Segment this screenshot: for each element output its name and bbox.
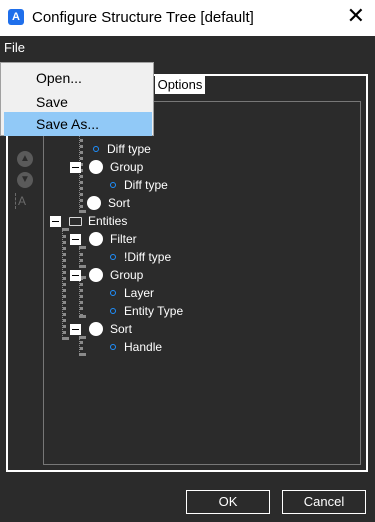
- file-menu-dropdown: Open... Save Save As...: [0, 62, 154, 136]
- tree-node[interactable]: Group: [70, 158, 143, 176]
- tree-node[interactable]: Group: [70, 266, 143, 284]
- tree-node[interactable]: Filter: [70, 230, 137, 248]
- title-bar: Configure Structure Tree [default] ✕: [0, 0, 375, 36]
- arrow-down-icon[interactable]: ▼: [17, 172, 33, 188]
- text-edit-icon[interactable]: A: [15, 193, 33, 209]
- tree-node[interactable]: Handle: [110, 338, 162, 356]
- tree-node-label: Diff type: [107, 142, 151, 156]
- arrow-up-icon[interactable]: ▲: [17, 151, 33, 167]
- app-icon: [8, 9, 24, 25]
- tree-node-label: Group: [110, 268, 144, 282]
- tree-node[interactable]: Layer: [110, 284, 154, 302]
- dot-icon: [110, 344, 116, 350]
- tree-node[interactable]: !Diff type: [110, 248, 171, 266]
- dot-icon: [110, 254, 116, 260]
- menu-item-save[interactable]: Save: [1, 90, 153, 114]
- collapse-icon[interactable]: [70, 161, 81, 173]
- tree-node-label: Sort: [108, 196, 131, 210]
- window-title: Configure Structure Tree [default]: [32, 9, 254, 26]
- radio-icon: [89, 160, 103, 174]
- ok-button[interactable]: OK: [186, 490, 270, 514]
- folder-icon: [69, 216, 82, 226]
- tree-node-label: Entities: [88, 214, 128, 228]
- tree-node-label: Handle: [124, 340, 163, 354]
- tree-node[interactable]: Sort: [87, 194, 130, 212]
- menu-bar: File: [0, 36, 375, 60]
- tree-node-label: Entity Type: [124, 304, 184, 318]
- tree-line: [79, 336, 83, 356]
- menu-item-label: Open...: [36, 70, 82, 86]
- tree-node-label: Diff type: [124, 178, 168, 192]
- dot-icon: [110, 182, 116, 188]
- tree-node-label: Filter: [110, 232, 137, 246]
- dot-icon: [110, 308, 116, 314]
- radio-icon: [89, 232, 103, 246]
- radio-icon: [89, 322, 103, 336]
- tree-node[interactable]: Entities: [50, 212, 127, 230]
- radio-icon: [89, 268, 103, 282]
- collapse-icon[interactable]: [70, 269, 81, 281]
- tree-node-label: Sort: [110, 322, 133, 336]
- dot-icon: [93, 146, 99, 152]
- menu-item-label: Save As...: [36, 116, 100, 132]
- collapse-icon[interactable]: [50, 215, 61, 227]
- collapse-icon[interactable]: [70, 233, 81, 245]
- menu-item-open[interactable]: Open...: [1, 66, 153, 90]
- tree-node[interactable]: Diff type: [93, 140, 151, 158]
- menu-file[interactable]: File: [4, 40, 25, 55]
- radio-icon: [87, 196, 101, 210]
- tree-node[interactable]: Entity Type: [110, 302, 183, 320]
- close-icon[interactable]: ✕: [347, 5, 365, 27]
- tree-line: [62, 228, 66, 340]
- menu-item-save-as[interactable]: Save As...: [4, 112, 152, 136]
- cancel-button[interactable]: Cancel: [282, 490, 366, 514]
- tree-node-label: !Diff type: [124, 250, 172, 264]
- tab-options[interactable]: Options: [155, 76, 205, 94]
- tree-node[interactable]: Diff type: [110, 176, 168, 194]
- tree-node-label: Layer: [124, 286, 155, 300]
- tree-node-label: Group: [110, 160, 144, 174]
- dot-icon: [110, 290, 116, 296]
- menu-item-label: Save: [36, 94, 68, 110]
- tree-line: [79, 246, 83, 268]
- collapse-icon[interactable]: [70, 323, 81, 335]
- tree-node[interactable]: Sort: [70, 320, 132, 338]
